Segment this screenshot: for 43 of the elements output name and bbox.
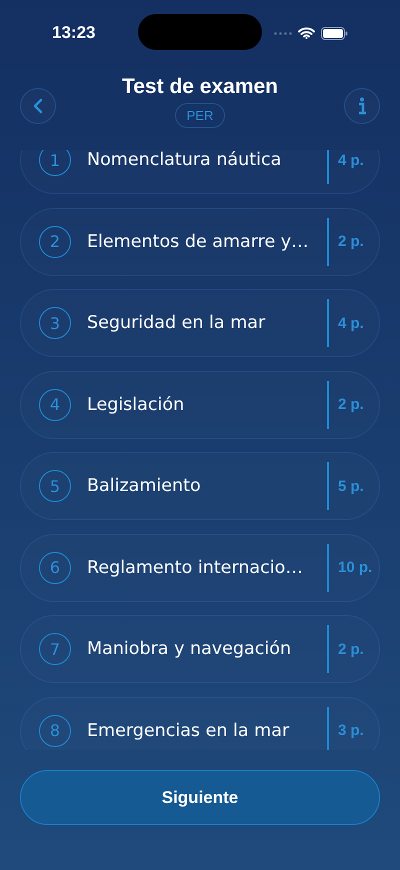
- topic-row[interactable]: 2 Elementos de amarre y… 2 p.: [20, 208, 380, 276]
- topic-label: Elementos de amarre y…: [87, 232, 310, 252]
- topic-points: 5 p.: [337, 478, 365, 494]
- topic-row[interactable]: 8 Emergencias en la mar 3 p.: [20, 696, 380, 750]
- topic-number: 5: [39, 470, 71, 502]
- topic-label: Maniobra y navegación: [87, 639, 292, 659]
- topic-label: Emergencias en la mar: [87, 720, 290, 740]
- topic-label: Legislación: [87, 394, 186, 414]
- topic-number: 4: [39, 388, 71, 420]
- topic-number: 1: [39, 150, 71, 176]
- signal-icon: [274, 32, 292, 34]
- topic-label: Seguridad en la mar: [87, 313, 266, 333]
- topic-points: 3 p.: [337, 722, 365, 739]
- topic-row[interactable]: 1 Nomenclatura náutica 4 p.: [20, 150, 380, 194]
- topic-label: Balizamiento: [87, 476, 202, 496]
- topic-row[interactable]: 5 Balizamiento 5 p.: [20, 452, 380, 520]
- battery-icon: [321, 26, 348, 40]
- exam-tag: PER: [174, 103, 226, 128]
- topic-points: 10 p.: [337, 559, 374, 576]
- topic-number: 2: [39, 226, 71, 258]
- topic-label: Nomenclatura náutica: [87, 150, 282, 170]
- screen-title: Test de examen: [122, 75, 278, 99]
- topic-number: 6: [39, 552, 71, 584]
- wifi-icon: [298, 27, 315, 39]
- topic-points: 4 p.: [337, 152, 365, 168]
- status-time: 13:23: [52, 23, 96, 43]
- topic-row[interactable]: 4 Legislación 2 p.: [20, 370, 380, 438]
- info-icon: [356, 97, 367, 115]
- topic-number: 7: [39, 633, 71, 665]
- topic-points: 2 p.: [337, 233, 365, 250]
- info-button[interactable]: [344, 88, 380, 124]
- topic-row[interactable]: 3 Seguridad en la mar 4 p.: [20, 289, 380, 357]
- topic-row[interactable]: 6 Reglamento internacio… 10 p.: [20, 534, 380, 602]
- topic-number: 8: [39, 714, 71, 746]
- topic-row[interactable]: 7 Maniobra y navegación 2 p.: [20, 615, 380, 683]
- topic-points: 4 p.: [337, 314, 365, 332]
- topic-label: Reglamento internacio…: [87, 558, 304, 578]
- topic-number: 3: [39, 307, 71, 339]
- next-button[interactable]: Siguiente: [20, 770, 380, 825]
- chevron-left-icon: [33, 98, 43, 114]
- back-button[interactable]: [20, 88, 56, 124]
- topic-points: 2 p.: [337, 640, 365, 658]
- topic-points: 2 p.: [337, 396, 365, 413]
